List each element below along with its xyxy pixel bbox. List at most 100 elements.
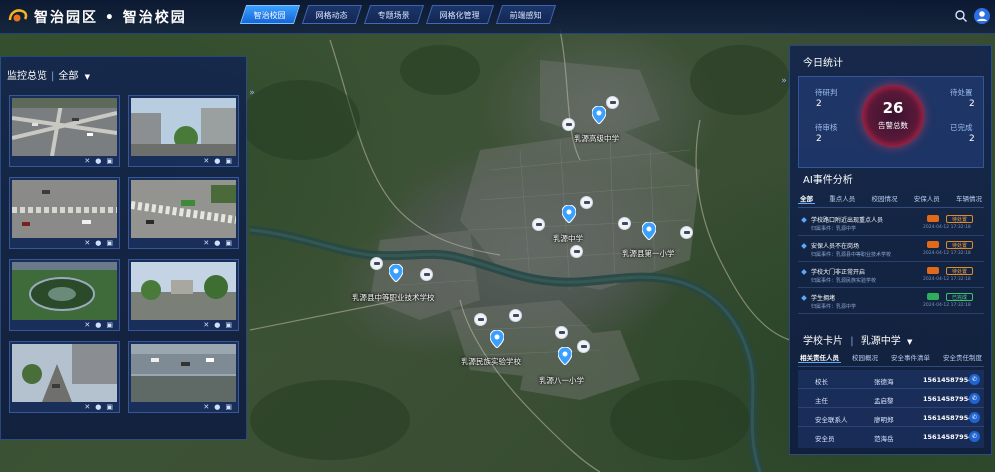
alarm-total-value: 26	[882, 99, 904, 117]
phone-icon[interactable]: ✆	[969, 412, 980, 423]
chevron-down-icon[interactable]: ▼	[907, 338, 912, 346]
event-row[interactable]: 安保人员不在岗场 归属事件：乳源县中等职业技术学校 待处置 2024-04-12…	[798, 238, 984, 262]
stat-value: 2	[969, 134, 975, 144]
record-icon[interactable]: ●	[214, 157, 220, 165]
monitoring-panel: 监控总览 | 全部 ▼ ✕ ● ▣ ✕ ● ▣ ✕ ● ▣ ✕ ● ▣ ✕ ● …	[0, 56, 247, 440]
record-icon[interactable]: ●	[95, 239, 101, 247]
tab-all[interactable]: 全部	[798, 193, 815, 204]
event-source: 归属事件：乳源中学	[811, 304, 857, 310]
tab-security-staff[interactable]: 安保人员	[912, 193, 942, 204]
close-icon[interactable]: ✕	[84, 239, 90, 247]
camera-marker-icon[interactable]	[577, 340, 590, 353]
phone-icon[interactable]: ✆	[969, 393, 980, 404]
event-row[interactable]: 学校路口附近出现重点人员 归属事件：乳源中学 待处置 2024-04-12 17…	[798, 212, 984, 236]
tab-responsible-persons[interactable]: 相关责任人员	[798, 352, 841, 363]
search-icon[interactable]	[954, 9, 968, 23]
phone-icon[interactable]: ✆	[969, 431, 980, 442]
location-pin-icon[interactable]	[591, 105, 607, 125]
tab-special-scenes[interactable]: 专题场景	[363, 5, 425, 24]
tab-security-events[interactable]: 安全事件清单	[889, 352, 932, 363]
camera-feed[interactable]: ✕ ● ▣	[9, 177, 120, 249]
camera-feed[interactable]: ✕ ● ▣	[9, 341, 120, 413]
camera-controls: ✕ ● ▣	[10, 320, 119, 330]
tab-campus-overview[interactable]: 校园概况	[850, 352, 880, 363]
tab-front-sensing[interactable]: 前端感知	[495, 5, 557, 24]
close-icon[interactable]: ✕	[203, 403, 209, 411]
tab-grid-management[interactable]: 网格化管理	[425, 5, 495, 24]
tab-vehicles[interactable]: 车辆情况	[954, 193, 984, 204]
tab-smart-campus[interactable]: 智治校园	[239, 5, 301, 24]
event-row[interactable]: 学校大门非正常开启 归属事件：乳源民族实验学校 待处置 2024-04-12 1…	[798, 264, 984, 288]
collapse-left-panel-icon[interactable]: »	[247, 86, 257, 100]
event-row[interactable]: 学生拥堵 归属事件：乳源中学 已完成 2024-04-12 17:32:18	[798, 290, 984, 314]
alarm-total-ring[interactable]: 26 告警总数	[862, 85, 924, 147]
location-pin-icon[interactable]	[489, 329, 505, 349]
map-label-school[interactable]: 乳源县第一小学	[622, 248, 675, 259]
camera-marker-icon[interactable]	[474, 313, 487, 326]
tab-label: 前端感知	[509, 11, 542, 20]
tab-grid-dynamics[interactable]: 网格动态	[301, 5, 363, 24]
camera-feed[interactable]: ✕ ● ▣	[128, 259, 239, 331]
record-icon[interactable]: ●	[214, 321, 220, 329]
map-label-school[interactable]: 乳源中学	[553, 233, 583, 244]
school-select[interactable]: 乳源中学	[861, 336, 901, 347]
location-pin-icon[interactable]	[388, 263, 404, 283]
map-label-school[interactable]: 乳源民族实验学校	[461, 356, 521, 367]
video-icon[interactable]	[927, 267, 939, 274]
location-pin-icon[interactable]	[561, 204, 577, 224]
fullscreen-icon[interactable]: ▣	[106, 157, 113, 165]
fullscreen-icon[interactable]: ▣	[225, 157, 232, 165]
fullscreen-icon[interactable]: ▣	[106, 239, 113, 247]
camera-marker-icon[interactable]	[606, 96, 619, 109]
fullscreen-icon[interactable]: ▣	[225, 321, 232, 329]
close-icon[interactable]: ✕	[84, 157, 90, 165]
fullscreen-icon[interactable]: ▣	[225, 403, 232, 411]
camera-marker-icon[interactable]	[420, 268, 433, 281]
map-label-school[interactable]: 乳源八一小学	[539, 375, 584, 386]
camera-marker-icon[interactable]	[618, 217, 631, 230]
fullscreen-icon[interactable]: ▣	[106, 403, 113, 411]
chevron-down-icon[interactable]: ▼	[85, 73, 90, 81]
camera-feed[interactable]: ✕ ● ▣	[9, 259, 120, 331]
map-label-school[interactable]: 乳源高级中学	[574, 133, 619, 144]
school-card-tabs: 相关责任人员 校园概况 安全事件清单 安全责任制度	[798, 352, 984, 367]
camera-marker-icon[interactable]	[509, 309, 522, 322]
record-icon[interactable]: ●	[95, 403, 101, 411]
close-icon[interactable]: ✕	[203, 321, 209, 329]
camera-marker-icon[interactable]	[680, 226, 693, 239]
phone-icon[interactable]: ✆	[969, 374, 980, 385]
tab-security-policy[interactable]: 安全责任制度	[941, 352, 984, 363]
fullscreen-icon[interactable]: ▣	[106, 321, 113, 329]
camera-marker-icon[interactable]	[562, 118, 575, 131]
tab-campus-status[interactable]: 校园情况	[870, 193, 900, 204]
camera-feed[interactable]: ✕ ● ▣	[128, 95, 239, 167]
camera-marker-icon[interactable]	[570, 245, 583, 258]
close-icon[interactable]: ✕	[84, 321, 90, 329]
map-label-school[interactable]: 乳源县中等职业技术学校	[352, 292, 435, 303]
record-icon[interactable]: ●	[95, 157, 101, 165]
record-icon[interactable]: ●	[214, 239, 220, 247]
close-icon[interactable]: ✕	[84, 403, 90, 411]
camera-feed[interactable]: ✕ ● ▣	[128, 341, 239, 413]
camera-marker-icon[interactable]	[370, 257, 383, 270]
camera-marker-icon[interactable]	[532, 218, 545, 231]
close-icon[interactable]: ✕	[203, 239, 209, 247]
camera-marker-icon[interactable]	[580, 196, 593, 209]
close-icon[interactable]: ✕	[203, 157, 209, 165]
tab-key-persons[interactable]: 重点人员	[827, 193, 857, 204]
location-pin-icon[interactable]	[557, 346, 573, 366]
record-icon[interactable]: ●	[214, 403, 220, 411]
camera-feed[interactable]: ✕ ● ▣	[128, 177, 239, 249]
user-avatar-icon[interactable]	[974, 8, 990, 24]
fullscreen-icon[interactable]: ▣	[225, 239, 232, 247]
location-pin-icon[interactable]	[641, 221, 657, 241]
camera-feed[interactable]: ✕ ● ▣	[9, 95, 120, 167]
record-icon[interactable]: ●	[95, 321, 101, 329]
collapse-right-panel-icon[interactable]: »	[779, 74, 789, 88]
divider: |	[850, 336, 854, 347]
video-icon[interactable]	[927, 293, 939, 300]
camera-marker-icon[interactable]	[555, 326, 568, 339]
filter-dropdown[interactable]: 全部	[58, 71, 78, 82]
video-icon[interactable]	[927, 241, 939, 248]
video-icon[interactable]	[927, 215, 939, 222]
